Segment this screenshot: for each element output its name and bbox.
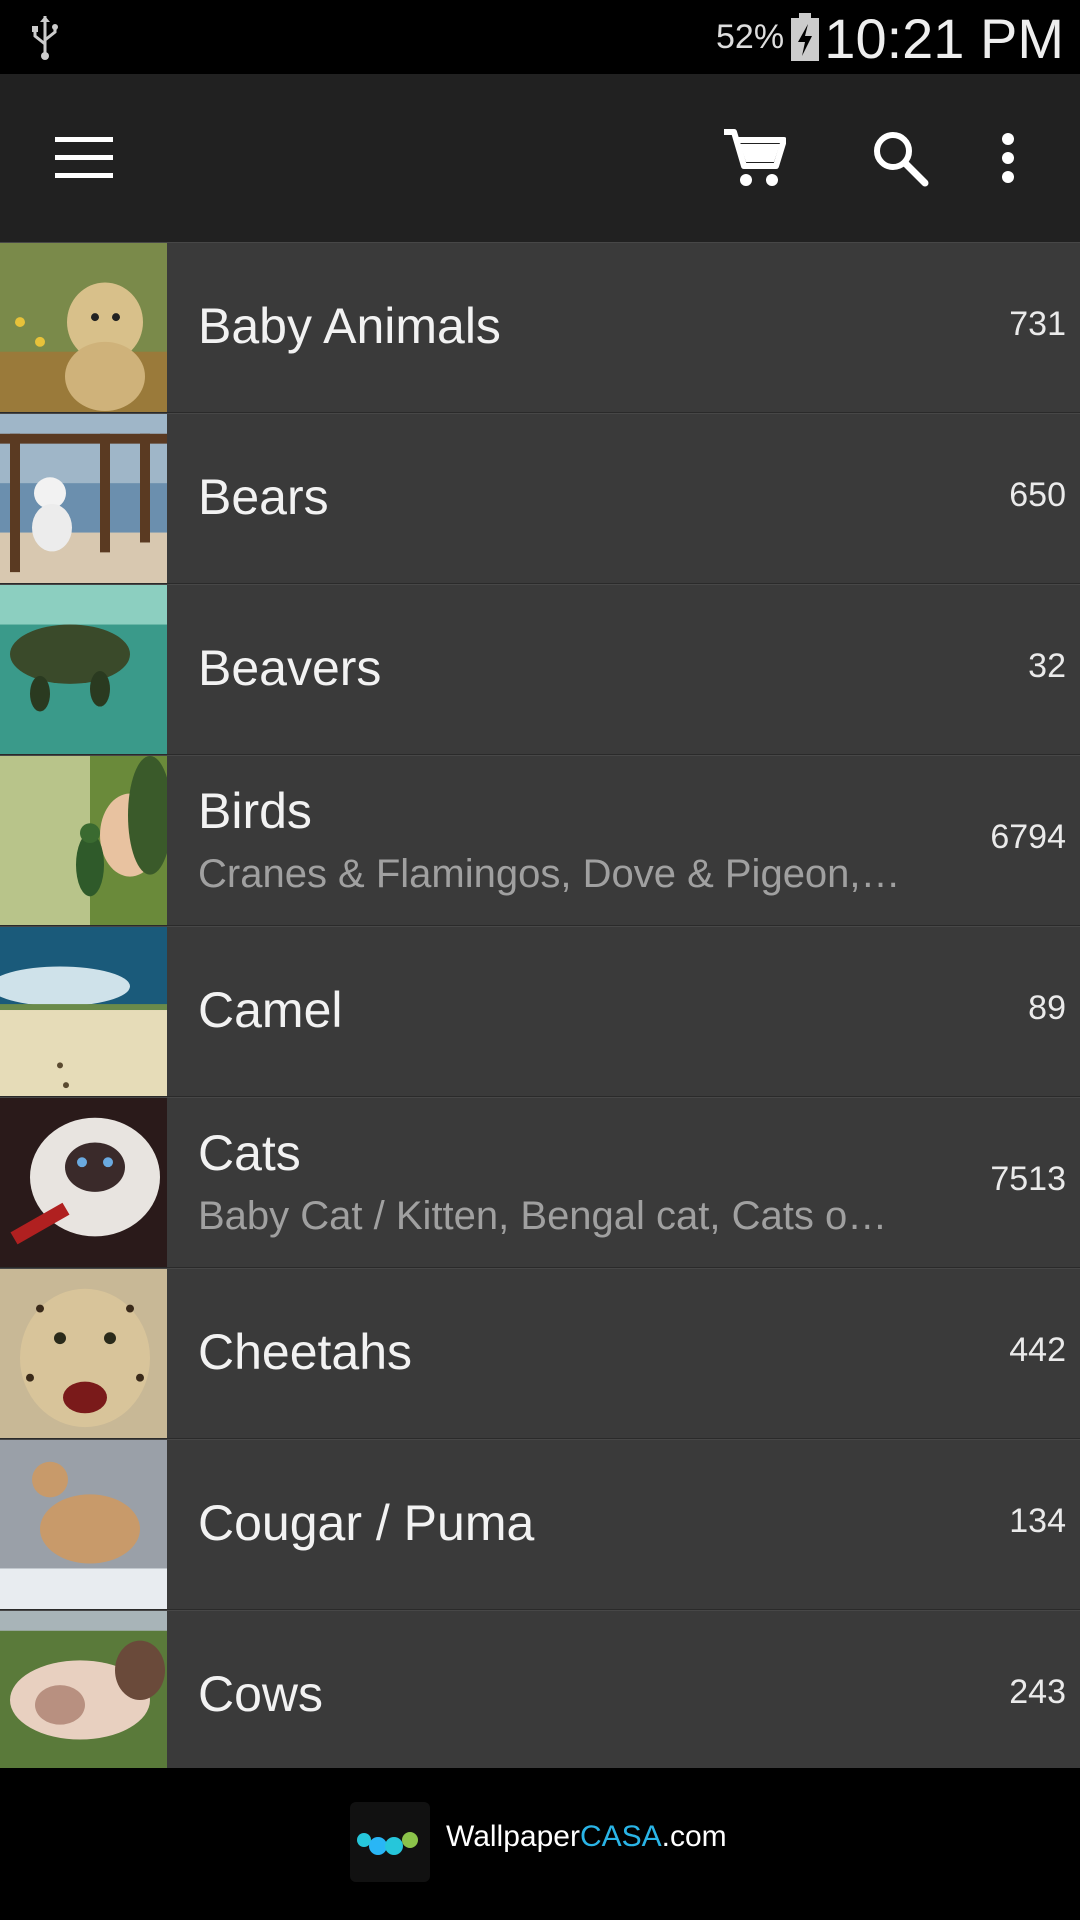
- list-item-title: Cats: [198, 1125, 301, 1181]
- list-item-title: Bears: [198, 469, 329, 525]
- list-item-count: 134: [1009, 1502, 1066, 1540]
- brand-prefix: Wallpaper: [446, 1820, 580, 1853]
- usb-icon: [32, 16, 58, 60]
- more-options-button[interactable]: [968, 114, 1048, 202]
- thumbnail-cats: [0, 1098, 167, 1267]
- list-item-count: 731: [1009, 305, 1066, 343]
- thumbnail-cougar-puma: [0, 1440, 167, 1609]
- footer-banner[interactable]: WallpaperCASA.com: [0, 1768, 1080, 1920]
- list-item-cows[interactable]: Cows 243: [0, 1610, 1080, 1768]
- list-item-birds[interactable]: Birds Cranes & Flamingos, Dove & Pigeon,…: [0, 755, 1080, 926]
- battery-charging-icon: [791, 13, 819, 61]
- thumbnail-camel: [0, 927, 167, 1096]
- thumbnail-cheetahs: [0, 1269, 167, 1438]
- list-item-camel[interactable]: Camel 89: [0, 926, 1080, 1097]
- brand-suffix: .com: [661, 1820, 727, 1853]
- list-item-title: Cheetahs: [198, 1324, 413, 1380]
- brand-accent: CASA: [579, 1820, 662, 1853]
- list-item-count: 7513: [990, 1160, 1066, 1198]
- wallpapercasa-logo: [350, 1802, 430, 1882]
- list-item-title: Cougar / Puma: [198, 1495, 535, 1551]
- list-item-count: 650: [1009, 476, 1066, 514]
- list-item-title: Cows: [198, 1666, 324, 1722]
- list-item-cougar-puma[interactable]: Cougar / Puma 134: [0, 1439, 1080, 1610]
- thumbnail-cows: [0, 1611, 167, 1768]
- list-item-count: 442: [1009, 1331, 1066, 1369]
- list-item-count: 32: [1028, 647, 1066, 685]
- list-item-cheetahs[interactable]: Cheetahs 442: [0, 1268, 1080, 1439]
- cart-icon: [724, 129, 786, 186]
- list-item-count: 243: [1009, 1673, 1066, 1711]
- list-item-subtitle: Baby Cat / Kitten, Bengal cat, Cats o…: [198, 1194, 888, 1238]
- list-item-title: Camel: [198, 982, 343, 1038]
- cart-button[interactable]: [710, 114, 798, 202]
- battery-percentage: 52%: [716, 18, 785, 56]
- menu-icon: [55, 137, 113, 178]
- search-icon: [874, 132, 929, 187]
- thumbnail-bears: [0, 414, 167, 583]
- list-item-title: Baby Animals: [198, 298, 501, 354]
- status-bar: 52% 10:21 PM: [0, 0, 1080, 74]
- footer-brand-text: WallpaperCASA.com: [446, 1820, 727, 1854]
- menu-button[interactable]: [40, 118, 128, 198]
- app-bar: [0, 74, 1080, 242]
- list-item-subtitle: Cranes & Flamingos, Dove & Pigeon,…: [198, 852, 901, 896]
- list-item-baby-animals[interactable]: Baby Animals 731: [0, 242, 1080, 413]
- thumbnail-baby-animals: [0, 243, 167, 412]
- list-item-bears[interactable]: Bears 650: [0, 413, 1080, 584]
- thumbnail-beavers: [0, 585, 167, 754]
- thumbnail-birds: [0, 756, 167, 925]
- list-item-count: 89: [1028, 989, 1066, 1027]
- more-vert-icon: [1002, 133, 1014, 183]
- list-item-count: 6794: [990, 818, 1066, 856]
- clock: 10:21 PM: [824, 7, 1064, 70]
- list-item-beavers[interactable]: Beavers 32: [0, 584, 1080, 755]
- list-item-cats[interactable]: Cats Baby Cat / Kitten, Bengal cat, Cats…: [0, 1097, 1080, 1268]
- list-item-title: Birds: [198, 783, 312, 839]
- list-item-title: Beavers: [198, 640, 382, 696]
- category-list[interactable]: Baby Animals 731 Bears 650 Beavers 32 Bi…: [0, 242, 1080, 1768]
- search-button[interactable]: [856, 114, 944, 202]
